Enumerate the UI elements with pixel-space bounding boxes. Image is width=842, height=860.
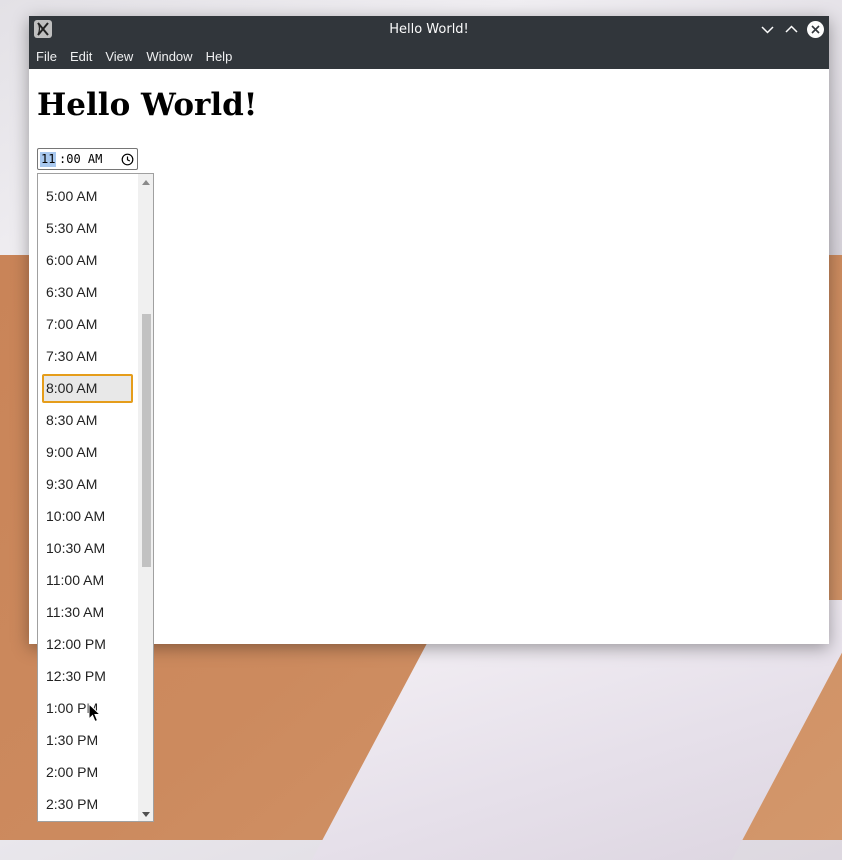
time-option[interactable]: 1:30 PM — [46, 727, 98, 753]
time-option[interactable]: 12:00 PM — [46, 631, 106, 657]
menu-view[interactable]: View — [105, 49, 133, 64]
scroll-down-arrow-icon[interactable] — [142, 812, 150, 817]
menu-help[interactable]: Help — [206, 49, 233, 64]
time-option-selected[interactable]: 8:00 AM — [46, 375, 97, 401]
scrollbar-thumb[interactable] — [142, 314, 151, 567]
time-hour-segment[interactable]: 11 — [40, 152, 57, 167]
time-input[interactable]: 11 :00 AM — [37, 148, 138, 170]
time-option[interactable]: 10:00 AM — [46, 503, 105, 529]
time-option[interactable]: 2:30 PM — [46, 791, 98, 817]
minimize-button[interactable] — [757, 19, 778, 40]
mouse-pointer-icon — [88, 703, 101, 723]
time-option[interactable]: 2:00 PM — [46, 759, 98, 785]
time-option[interactable]: 11:30 AM — [46, 599, 104, 625]
time-option[interactable]: 9:30 AM — [46, 471, 97, 497]
menu-edit[interactable]: Edit — [70, 49, 92, 64]
maximize-button[interactable] — [781, 19, 802, 40]
time-option[interactable]: 7:00 AM — [46, 311, 97, 337]
page-heading: Hello World! — [37, 87, 258, 123]
scroll-up-arrow-icon[interactable] — [142, 180, 150, 185]
time-option[interactable]: 7:30 AM — [46, 343, 97, 369]
time-option[interactable]: 11:00 AM — [46, 567, 104, 593]
chevron-down-icon — [761, 26, 774, 34]
close-icon — [807, 21, 824, 38]
menu-file[interactable]: File — [36, 49, 57, 64]
dropdown-scrollbar[interactable] — [138, 174, 153, 821]
time-option[interactable]: 8:30 AM — [46, 407, 97, 433]
time-option[interactable]: 5:30 AM — [46, 215, 97, 241]
chevron-up-icon — [785, 25, 798, 33]
menubar: File Edit View Window Help — [29, 43, 829, 69]
clock-icon[interactable] — [121, 153, 134, 166]
time-option[interactable]: 10:30 AM — [46, 535, 105, 561]
time-options-dropdown[interactable]: 5:00 AM 5:30 AM 6:00 AM 6:30 AM 7:00 AM … — [37, 173, 154, 822]
window-title: Hello World! — [389, 22, 469, 37]
close-button[interactable] — [805, 19, 826, 40]
time-option[interactable]: 9:00 AM — [46, 439, 97, 465]
time-option[interactable]: 12:30 PM — [46, 663, 106, 689]
titlebar[interactable]: Hello World! — [29, 16, 829, 43]
time-option[interactable]: 6:30 AM — [46, 279, 97, 305]
time-option[interactable]: 6:00 AM — [46, 247, 97, 273]
time-option[interactable]: 5:00 AM — [46, 183, 97, 209]
menu-window[interactable]: Window — [146, 49, 192, 64]
time-minute-ampm[interactable]: :00 AM — [59, 152, 102, 167]
